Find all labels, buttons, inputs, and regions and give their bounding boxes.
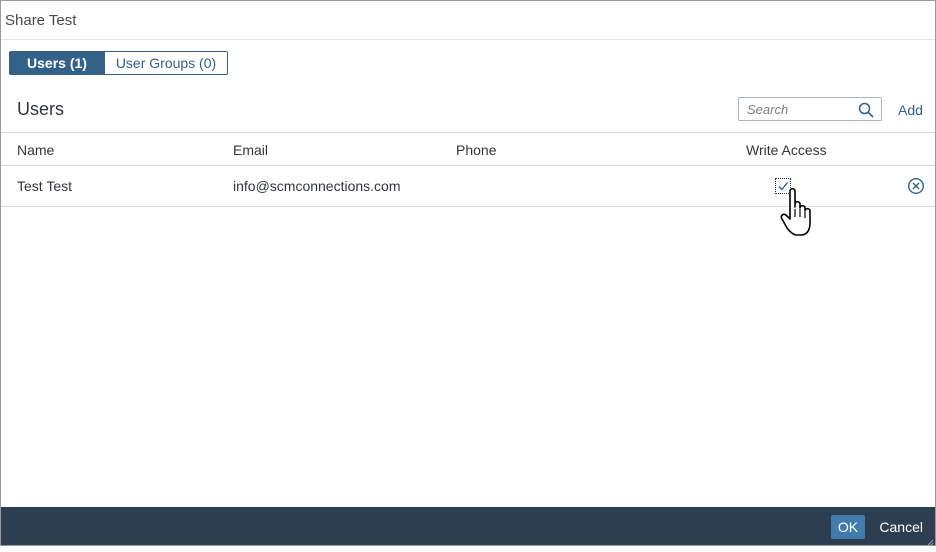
column-header-phone: Phone [456,142,497,158]
column-header-email: Email [233,142,269,158]
column-header-write-access: Write Access [746,142,827,158]
remove-circle-icon[interactable] [907,177,925,195]
share-dialog: Share Test Users (1) User Groups (0) Use… [0,0,936,547]
checkmark-icon [778,182,789,191]
dialog-title: Share Test [5,11,77,29]
dialog-header: Share Test [1,1,935,40]
segmented-tabs: Users (1) User Groups (0) [9,51,228,75]
cancel-button[interactable]: Cancel [879,515,923,539]
search-input[interactable] [747,101,857,117]
write-access-checkbox[interactable] [775,178,791,194]
add-user-link[interactable]: Add [898,102,923,118]
tab-user-groups[interactable]: User Groups (0) [105,51,228,75]
table-header: Name Email Phone Write Access [1,132,935,166]
ok-button[interactable]: OK [831,515,865,539]
cell-name: Test Test [17,178,72,194]
table-row: Test Test info@scmconnections.com [1,166,935,207]
section-title: Users [17,99,65,119]
cell-email: info@scmconnections.com [233,178,401,194]
resize-grip-icon[interactable] [924,534,934,547]
dialog-footer: OK Cancel [1,507,935,547]
search-icon[interactable] [858,102,874,118]
tab-users[interactable]: Users (1) [9,51,105,75]
users-table: Name Email Phone Write Access Test Test … [1,132,935,207]
search-field[interactable] [738,97,882,121]
column-header-name: Name [17,142,55,158]
